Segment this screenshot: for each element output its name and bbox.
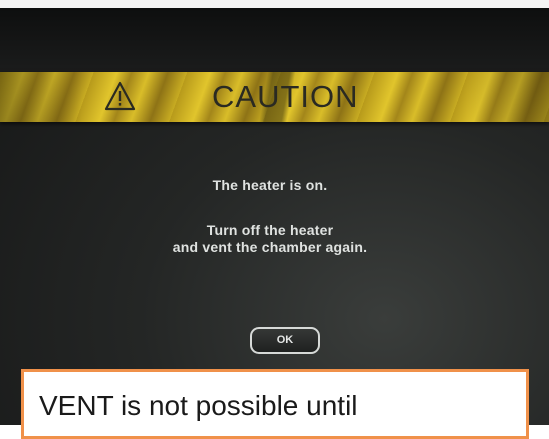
dialog-title: CAUTION [212,79,359,114]
message-instruction-line-1: Turn off the heater [206,222,334,238]
warning-triangle-icon [104,81,136,111]
device-screen: CAUTION The heater is on. Turn off the h… [0,0,549,425]
annotation-text: VENT is not possible until [39,390,358,421]
annotation-callout: VENT is not possible until [21,369,529,439]
background-strip [0,0,549,8]
ok-button[interactable]: OK [250,327,320,354]
message-instruction-line-2: and vent the chamber again. [172,239,368,255]
message-heater-on: The heater is on. [212,177,328,193]
screen-top-edge [0,0,549,72]
photo-frame: CAUTION The heater is on. Turn off the h… [0,0,549,439]
